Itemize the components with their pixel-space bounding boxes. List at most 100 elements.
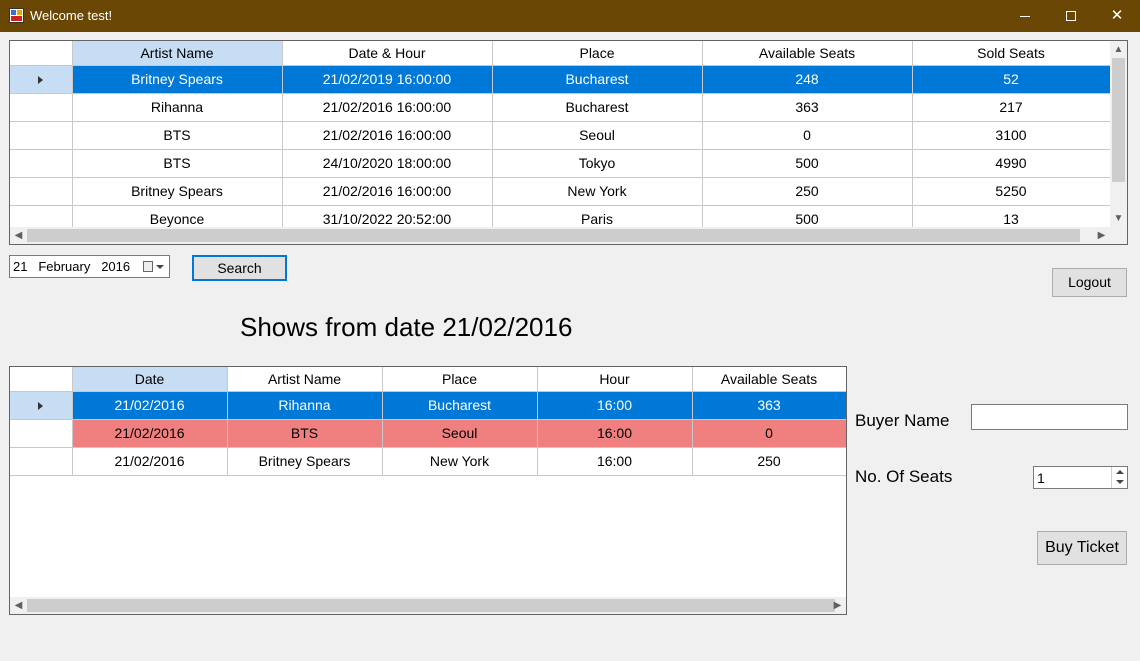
table-row[interactable]: 21/02/2016 Rihanna Bucharest 16:00 363 [10, 391, 846, 420]
cell-artist-name[interactable]: Britney Spears [72, 65, 283, 94]
column-header-date-hour[interactable]: Date & Hour [282, 41, 493, 66]
cell-place[interactable]: Bucharest [492, 65, 703, 94]
concerts-header-row: Artist Name Date & Hour Place Available … [10, 41, 1111, 66]
close-icon: ✕ [1110, 7, 1124, 24]
cell-artist-name[interactable]: BTS [72, 121, 283, 150]
cell-available-seats[interactable]: 248 [702, 65, 913, 94]
row-header[interactable] [10, 419, 73, 448]
concerts-vertical-scrollbar[interactable]: ▲ ▼ [1110, 41, 1127, 227]
buyer-name-input[interactable] [971, 404, 1128, 430]
cell-sold-seats[interactable]: 217 [912, 93, 1111, 122]
cell-place[interactable]: Tokyo [492, 149, 703, 178]
cell-artist-name[interactable]: Britney Spears [227, 447, 383, 476]
concerts-horizontal-scrollbar[interactable]: ◀ ▶ [10, 227, 1110, 244]
cell-sold-seats[interactable]: 4990 [912, 149, 1111, 178]
cell-artist-name[interactable]: BTS [227, 419, 383, 448]
shows-grid[interactable]: Date Artist Name Place Hour Available Se… [9, 366, 847, 615]
scroll-thumb[interactable] [27, 229, 1080, 242]
cell-hour[interactable]: 16:00 [537, 419, 693, 448]
row-header[interactable] [10, 65, 73, 94]
close-button[interactable]: ✕ [1094, 0, 1140, 32]
cell-date-hour[interactable]: 21/02/2016 16:00:00 [282, 177, 493, 206]
cell-sold-seats[interactable]: 5250 [912, 177, 1111, 206]
column-header-date[interactable]: Date [72, 367, 228, 392]
row-header[interactable] [10, 149, 73, 178]
cell-place[interactable]: Bucharest [382, 391, 538, 420]
date-month[interactable]: February [38, 259, 90, 274]
table-row[interactable]: 21/02/2016 BTS Seoul 16:00 0 [10, 419, 846, 448]
row-header[interactable] [10, 447, 73, 476]
scroll-thumb[interactable] [1112, 58, 1125, 182]
table-row[interactable]: 21/02/2016 Britney Spears New York 16:00… [10, 447, 846, 476]
minimize-button[interactable] [1002, 0, 1048, 32]
cell-artist-name[interactable]: Rihanna [227, 391, 383, 420]
cell-sold-seats[interactable]: 3100 [912, 121, 1111, 150]
concerts-grid[interactable]: Artist Name Date & Hour Place Available … [9, 40, 1128, 245]
cell-artist-name[interactable]: BTS [72, 149, 283, 178]
date-picker-value: 21 February 2016 [13, 259, 130, 274]
column-header-available-seats[interactable]: Available Seats [702, 41, 913, 66]
seats-stepper[interactable]: 1 [1033, 466, 1128, 489]
calendar-icon[interactable] [143, 261, 153, 272]
cell-date-hour[interactable]: 21/02/2019 16:00:00 [282, 65, 493, 94]
cell-date[interactable]: 21/02/2016 [72, 447, 228, 476]
column-header-sold-seats[interactable]: Sold Seats [912, 41, 1111, 66]
seats-value[interactable]: 1 [1037, 470, 1045, 486]
buy-ticket-button[interactable]: Buy Ticket [1037, 531, 1127, 565]
chevron-down-icon[interactable] [1116, 480, 1124, 484]
row-header[interactable] [10, 121, 73, 150]
table-row[interactable]: BTS 21/02/2016 16:00:00 Seoul 0 3100 [10, 121, 1111, 150]
cell-available-seats[interactable]: 250 [692, 447, 846, 476]
table-row[interactable]: Britney Spears 21/02/2016 16:00:00 New Y… [10, 177, 1111, 206]
search-button[interactable]: Search [192, 255, 287, 281]
chevron-down-icon[interactable] [156, 265, 164, 269]
cell-place[interactable]: Bucharest [492, 93, 703, 122]
logout-button[interactable]: Logout [1052, 268, 1127, 297]
cell-artist-name[interactable]: Rihanna [72, 93, 283, 122]
cell-available-seats[interactable]: 250 [702, 177, 913, 206]
cell-date[interactable]: 21/02/2016 [72, 419, 228, 448]
column-header-hour[interactable]: Hour [537, 367, 693, 392]
table-row[interactable]: Britney Spears 21/02/2019 16:00:00 Bucha… [10, 65, 1111, 94]
cell-place[interactable]: New York [382, 447, 538, 476]
column-header-place[interactable]: Place [492, 41, 703, 66]
cell-available-seats[interactable]: 500 [702, 149, 913, 178]
column-header-artist-name[interactable]: Artist Name [72, 41, 283, 66]
cell-artist-name[interactable]: Britney Spears [72, 177, 283, 206]
shows-horizontal-scrollbar[interactable]: ◀ ▶ [10, 597, 846, 614]
row-header[interactable] [10, 93, 73, 122]
scroll-thumb[interactable] [27, 599, 835, 612]
scroll-up-arrow-icon[interactable]: ▲ [1110, 41, 1127, 58]
cell-place[interactable]: New York [492, 177, 703, 206]
cell-place[interactable]: Seoul [382, 419, 538, 448]
scroll-right-arrow-icon[interactable]: ▶ [1093, 227, 1110, 244]
row-header[interactable] [10, 391, 73, 420]
column-header-available-seats[interactable]: Available Seats [692, 367, 846, 392]
cell-date-hour[interactable]: 21/02/2016 16:00:00 [282, 93, 493, 122]
date-year[interactable]: 2016 [101, 259, 130, 274]
cell-date-hour[interactable]: 24/10/2020 18:00:00 [282, 149, 493, 178]
cell-date[interactable]: 21/02/2016 [72, 391, 228, 420]
chevron-up-icon[interactable] [1116, 470, 1124, 474]
row-header[interactable] [10, 177, 73, 206]
scroll-left-arrow-icon[interactable]: ◀ [10, 597, 27, 614]
column-header-artist-name[interactable]: Artist Name [227, 367, 383, 392]
maximize-button[interactable] [1048, 0, 1094, 32]
cell-place[interactable]: Seoul [492, 121, 703, 150]
cell-sold-seats[interactable]: 52 [912, 65, 1111, 94]
table-row[interactable]: BTS 24/10/2020 18:00:00 Tokyo 500 4990 [10, 149, 1111, 178]
column-header-place[interactable]: Place [382, 367, 538, 392]
scroll-down-arrow-icon[interactable]: ▼ [1110, 210, 1127, 227]
table-row[interactable]: Rihanna 21/02/2016 16:00:00 Bucharest 36… [10, 93, 1111, 122]
date-picker[interactable]: 21 February 2016 [9, 255, 170, 278]
scroll-right-arrow-icon[interactable]: ▶ [829, 597, 846, 614]
cell-available-seats[interactable]: 363 [702, 93, 913, 122]
cell-date-hour[interactable]: 21/02/2016 16:00:00 [282, 121, 493, 150]
cell-available-seats[interactable]: 0 [692, 419, 846, 448]
scroll-left-arrow-icon[interactable]: ◀ [10, 227, 27, 244]
cell-hour[interactable]: 16:00 [537, 391, 693, 420]
cell-available-seats[interactable]: 363 [692, 391, 846, 420]
cell-available-seats[interactable]: 0 [702, 121, 913, 150]
date-day[interactable]: 21 [13, 259, 27, 274]
cell-hour[interactable]: 16:00 [537, 447, 693, 476]
